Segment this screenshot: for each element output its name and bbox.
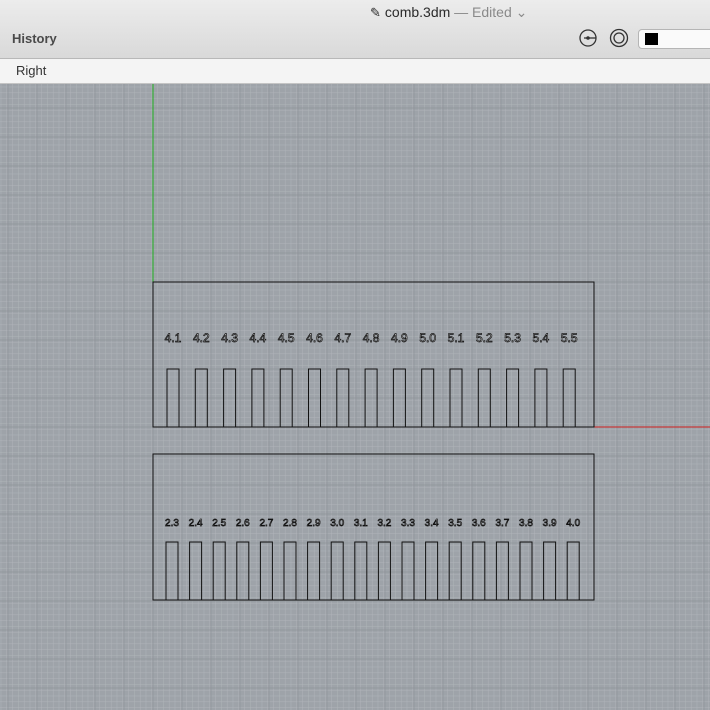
slot-label: 5.2 xyxy=(476,331,493,345)
slot-label: 3.4 xyxy=(425,518,439,529)
slot-label: 4.7 xyxy=(334,331,351,345)
file-name: comb.3dm xyxy=(384,4,451,20)
slot-label: 2.9 xyxy=(307,518,321,529)
slot-label: 4.5 xyxy=(278,331,295,345)
slot-label: 5.5 xyxy=(561,331,578,345)
title-bar: ✎ comb.3dm — Edited ⌄ History xyxy=(0,0,710,59)
slot-label: 2.7 xyxy=(259,518,273,529)
chevron-down-icon[interactable]: ⌄ xyxy=(516,4,528,20)
slot-label: 4.9 xyxy=(391,331,408,345)
slot-label: 5.1 xyxy=(448,331,465,345)
slot-label: 3.9 xyxy=(543,518,557,529)
slot-label: 3.3 xyxy=(401,518,415,529)
slot-label: 4.4 xyxy=(250,331,267,345)
slot-label: 2.8 xyxy=(283,518,297,529)
slot-label: 2.3 xyxy=(165,518,179,529)
circle-target-icon[interactable] xyxy=(609,28,629,48)
osnap-point-icon[interactable] xyxy=(578,28,598,48)
slot-label: 3.2 xyxy=(377,518,391,529)
panel-title: History xyxy=(12,31,57,46)
slot-label: 3.0 xyxy=(330,518,344,529)
color-swatch xyxy=(645,33,658,45)
viewport[interactable]: 4.1 4.2 4.3 4.4 4.5 4.6 4.7 4.8 4.9 5.0 5.1 5.2 5.3 5… xyxy=(0,84,710,710)
slot-label: 5.3 xyxy=(504,331,521,345)
slot-label: 4.1 xyxy=(165,331,182,345)
slot-label: 3.8 xyxy=(519,518,533,529)
viewport-canvas[interactable]: 4.1 4.2 4.3 4.4 4.5 4.6 4.7 4.8 4.9 5.0 5.1 5.2 5.3 5… xyxy=(0,84,710,710)
slot-label: 2.6 xyxy=(236,518,250,529)
slot-label: 5.0 xyxy=(419,331,436,345)
slot-label: 3.5 xyxy=(448,518,462,529)
rhino-file-icon: ✎ xyxy=(370,5,381,20)
slot-label: 4.2 xyxy=(193,331,210,345)
slot-label: 3.1 xyxy=(354,518,368,529)
slot-label: 4.0 xyxy=(566,518,580,529)
slot-label: 2.4 xyxy=(189,518,203,529)
slot-label: 3.6 xyxy=(472,518,486,529)
document-title[interactable]: ✎ comb.3dm — Edited ⌄ xyxy=(370,4,527,21)
slot-label: 5.4 xyxy=(533,331,550,345)
slot-label: 2.5 xyxy=(212,518,226,529)
viewport-name[interactable]: Right xyxy=(16,63,46,78)
color-swatch-field[interactable] xyxy=(638,29,710,49)
slot-label: 4.8 xyxy=(363,331,380,345)
slot-label: 4.6 xyxy=(306,331,323,345)
edited-status: — Edited xyxy=(454,4,512,20)
slot-label: 4.3 xyxy=(221,331,238,345)
viewport-tab-bar: Right xyxy=(0,59,710,84)
slot-label: 3.7 xyxy=(495,518,509,529)
